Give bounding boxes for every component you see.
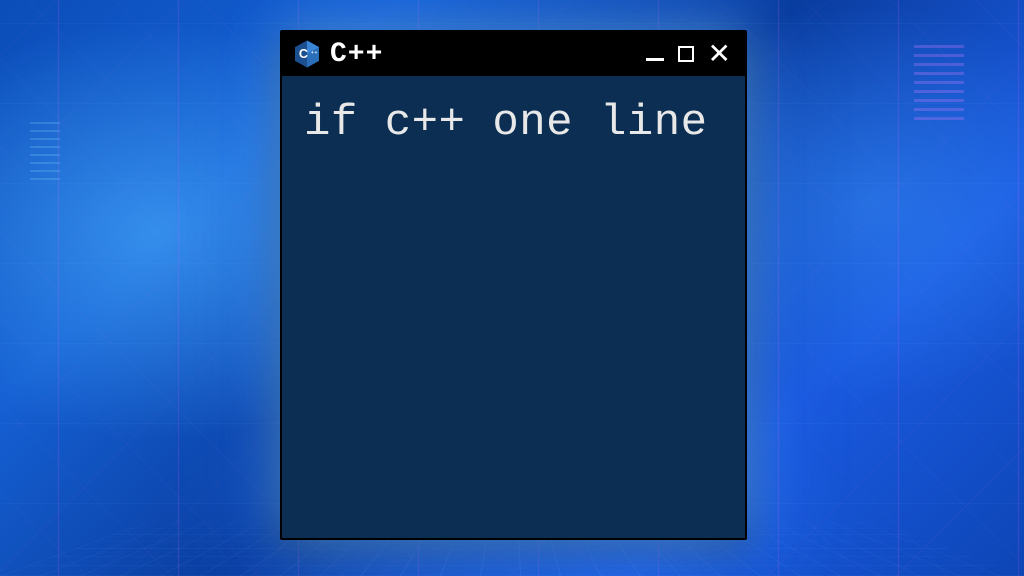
accent-lines-left bbox=[30, 120, 60, 180]
titlebar[interactable]: C + + C++ ✕ bbox=[282, 32, 745, 76]
maximize-icon bbox=[678, 46, 694, 62]
maximize-button[interactable] bbox=[678, 46, 694, 62]
minimize-button[interactable] bbox=[646, 48, 664, 61]
terminal-window: C + + C++ ✕ if c++ one line bbox=[280, 30, 747, 540]
terminal-content[interactable]: if c++ one line bbox=[282, 76, 745, 171]
svg-text:+: + bbox=[311, 51, 314, 56]
svg-text:+: + bbox=[315, 51, 318, 56]
svg-text:C: C bbox=[299, 47, 308, 61]
minimize-icon bbox=[646, 58, 664, 61]
cpp-icon: C + + bbox=[292, 39, 322, 69]
close-button[interactable]: ✕ bbox=[708, 40, 731, 68]
accent-lines-right bbox=[914, 40, 964, 120]
close-icon: ✕ bbox=[708, 40, 731, 68]
window-controls: ✕ bbox=[646, 40, 735, 68]
window-title: C++ bbox=[330, 39, 638, 70]
